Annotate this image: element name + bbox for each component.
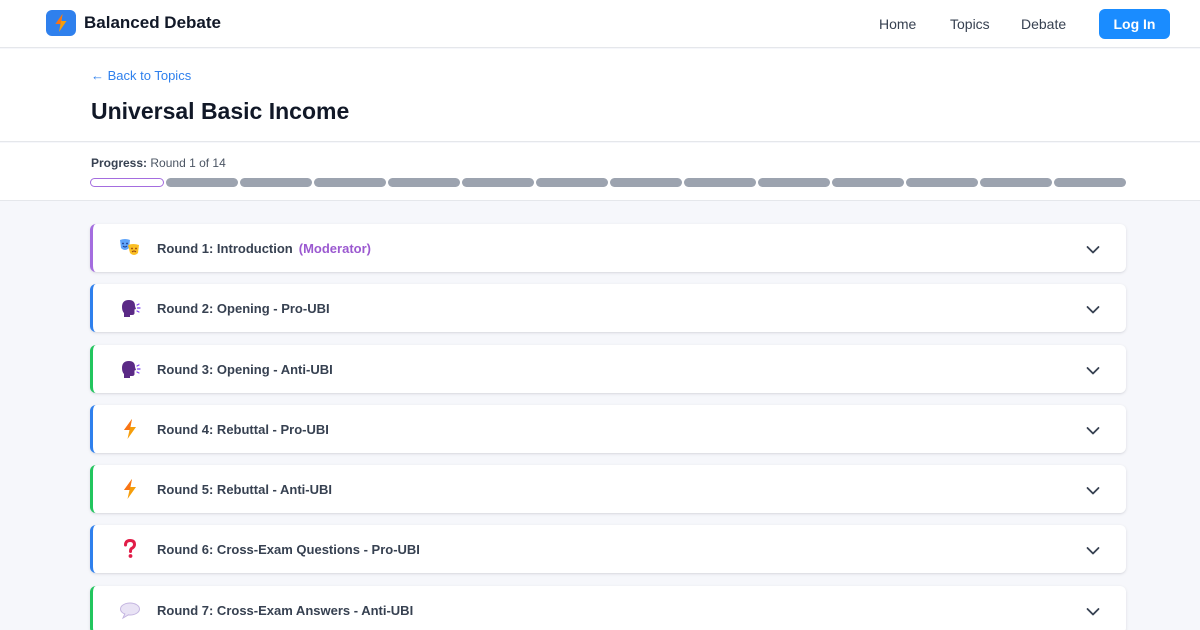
round-title: Round 5: Rebuttal - Anti-UBI bbox=[157, 482, 332, 497]
brand[interactable]: Balanced Debate bbox=[46, 10, 221, 36]
round-title: Round 7: Cross-Exam Answers - Anti-UBI bbox=[157, 603, 413, 618]
nav-debate-link[interactable]: Debate bbox=[1021, 16, 1066, 32]
progress-segment bbox=[462, 178, 534, 187]
progress-segment bbox=[610, 178, 682, 187]
speech-bubble-icon bbox=[119, 600, 141, 620]
round-card-6[interactable]: Round 6: Cross-Exam Questions - Pro-UBI bbox=[90, 525, 1126, 574]
progress-segment bbox=[166, 178, 238, 187]
progress-segment bbox=[980, 178, 1052, 187]
rounds-list: Round 1: Introduction (Moderator) Round 2:… bbox=[90, 224, 1126, 630]
round-card-2[interactable]: Round 2: Opening - Pro-UBI bbox=[90, 284, 1126, 333]
progress-segment-current bbox=[90, 178, 164, 187]
progress-segment bbox=[906, 178, 978, 187]
progress-segment bbox=[314, 178, 386, 187]
chevron-down-icon[interactable] bbox=[1086, 302, 1100, 314]
theater-masks-icon bbox=[119, 238, 141, 258]
round-card-7[interactable]: Round 7: Cross-Exam Answers - Anti-UBI bbox=[90, 585, 1126, 630]
round-label-text: Round 4: Rebuttal - Pro-UBI bbox=[157, 421, 329, 437]
nav-home-link[interactable]: Home bbox=[879, 16, 916, 32]
chevron-down-icon[interactable] bbox=[1086, 483, 1100, 495]
round-label-text: Round 5: Rebuttal - Anti-UBI bbox=[157, 482, 332, 498]
progress-text: Progress: Round 1 of 14 bbox=[91, 156, 226, 170]
chevron-down-icon[interactable] bbox=[1086, 543, 1100, 555]
round-card-5[interactable]: Round 5: Rebuttal - Anti-UBI bbox=[90, 465, 1126, 514]
progress-segment bbox=[240, 178, 312, 187]
round-title: Round 2: Opening - Pro-UBI bbox=[157, 301, 330, 316]
round-label-text: Round 6: Cross-Exam Questions - Pro-UBI bbox=[157, 542, 420, 558]
round-role-badge: (Moderator) bbox=[298, 241, 371, 256]
round-card-1[interactable]: Round 1: Introduction (Moderator) bbox=[90, 224, 1126, 272]
round-title: Round 4: Rebuttal - Pro-UBI bbox=[157, 422, 329, 437]
round-title: Round 3: Opening - Anti-UBI bbox=[157, 362, 333, 377]
speaking-head-icon bbox=[119, 359, 141, 379]
speaking-head-icon bbox=[119, 298, 141, 318]
lightning-logo-icon bbox=[46, 10, 76, 36]
nav-topics-link[interactable]: Topics bbox=[950, 16, 990, 32]
lightning-icon bbox=[119, 418, 141, 439]
title-section: ← Back to Topics Universal Basic Income bbox=[0, 49, 1200, 142]
back-to-topics-link[interactable]: ← Back to Topics bbox=[91, 68, 191, 83]
round-card-3[interactable]: Round 3: Opening - Anti-UBI bbox=[90, 344, 1126, 393]
round-label-text: Round 1: Introduction bbox=[157, 241, 293, 256]
round-label-text: Round 2: Opening - Pro-UBI bbox=[157, 301, 330, 317]
round-card-4[interactable]: Round 4: Rebuttal - Pro-UBI bbox=[90, 404, 1126, 453]
progress-segment bbox=[684, 178, 756, 187]
round-label-text: Round 3: Opening - Anti-UBI bbox=[157, 361, 333, 377]
top-navbar: Balanced Debate Home Topics Debate Log I… bbox=[0, 0, 1200, 48]
page-title: Universal Basic Income bbox=[91, 98, 350, 124]
lightning-icon bbox=[119, 479, 141, 500]
round-label-text: Round 7: Cross-Exam Answers - Anti-UBI bbox=[157, 602, 414, 618]
progress-segment bbox=[1054, 178, 1126, 187]
login-button[interactable]: Log In bbox=[1099, 9, 1170, 39]
progress-segment bbox=[388, 178, 460, 187]
chevron-down-icon[interactable] bbox=[1086, 242, 1100, 254]
question-mark-icon bbox=[119, 539, 141, 559]
progress-label: Progress: bbox=[91, 156, 148, 170]
progress-segment bbox=[536, 178, 608, 187]
progress-value: Round 1 of 14 bbox=[150, 156, 226, 170]
progress-segment bbox=[758, 178, 830, 187]
chevron-down-icon[interactable] bbox=[1086, 363, 1100, 374]
progress-bar bbox=[90, 178, 1126, 188]
round-title: Round 1: Introduction (Moderator) bbox=[157, 241, 371, 256]
app-name: Balanced Debate bbox=[84, 13, 221, 32]
round-title: Round 6: Cross-Exam Questions - Pro-UBI bbox=[157, 542, 420, 557]
chevron-down-icon[interactable] bbox=[1086, 604, 1100, 616]
progress-section: Progress: Round 1 of 14 bbox=[0, 143, 1200, 201]
progress-segment bbox=[832, 178, 904, 187]
chevron-down-icon[interactable] bbox=[1086, 423, 1100, 435]
